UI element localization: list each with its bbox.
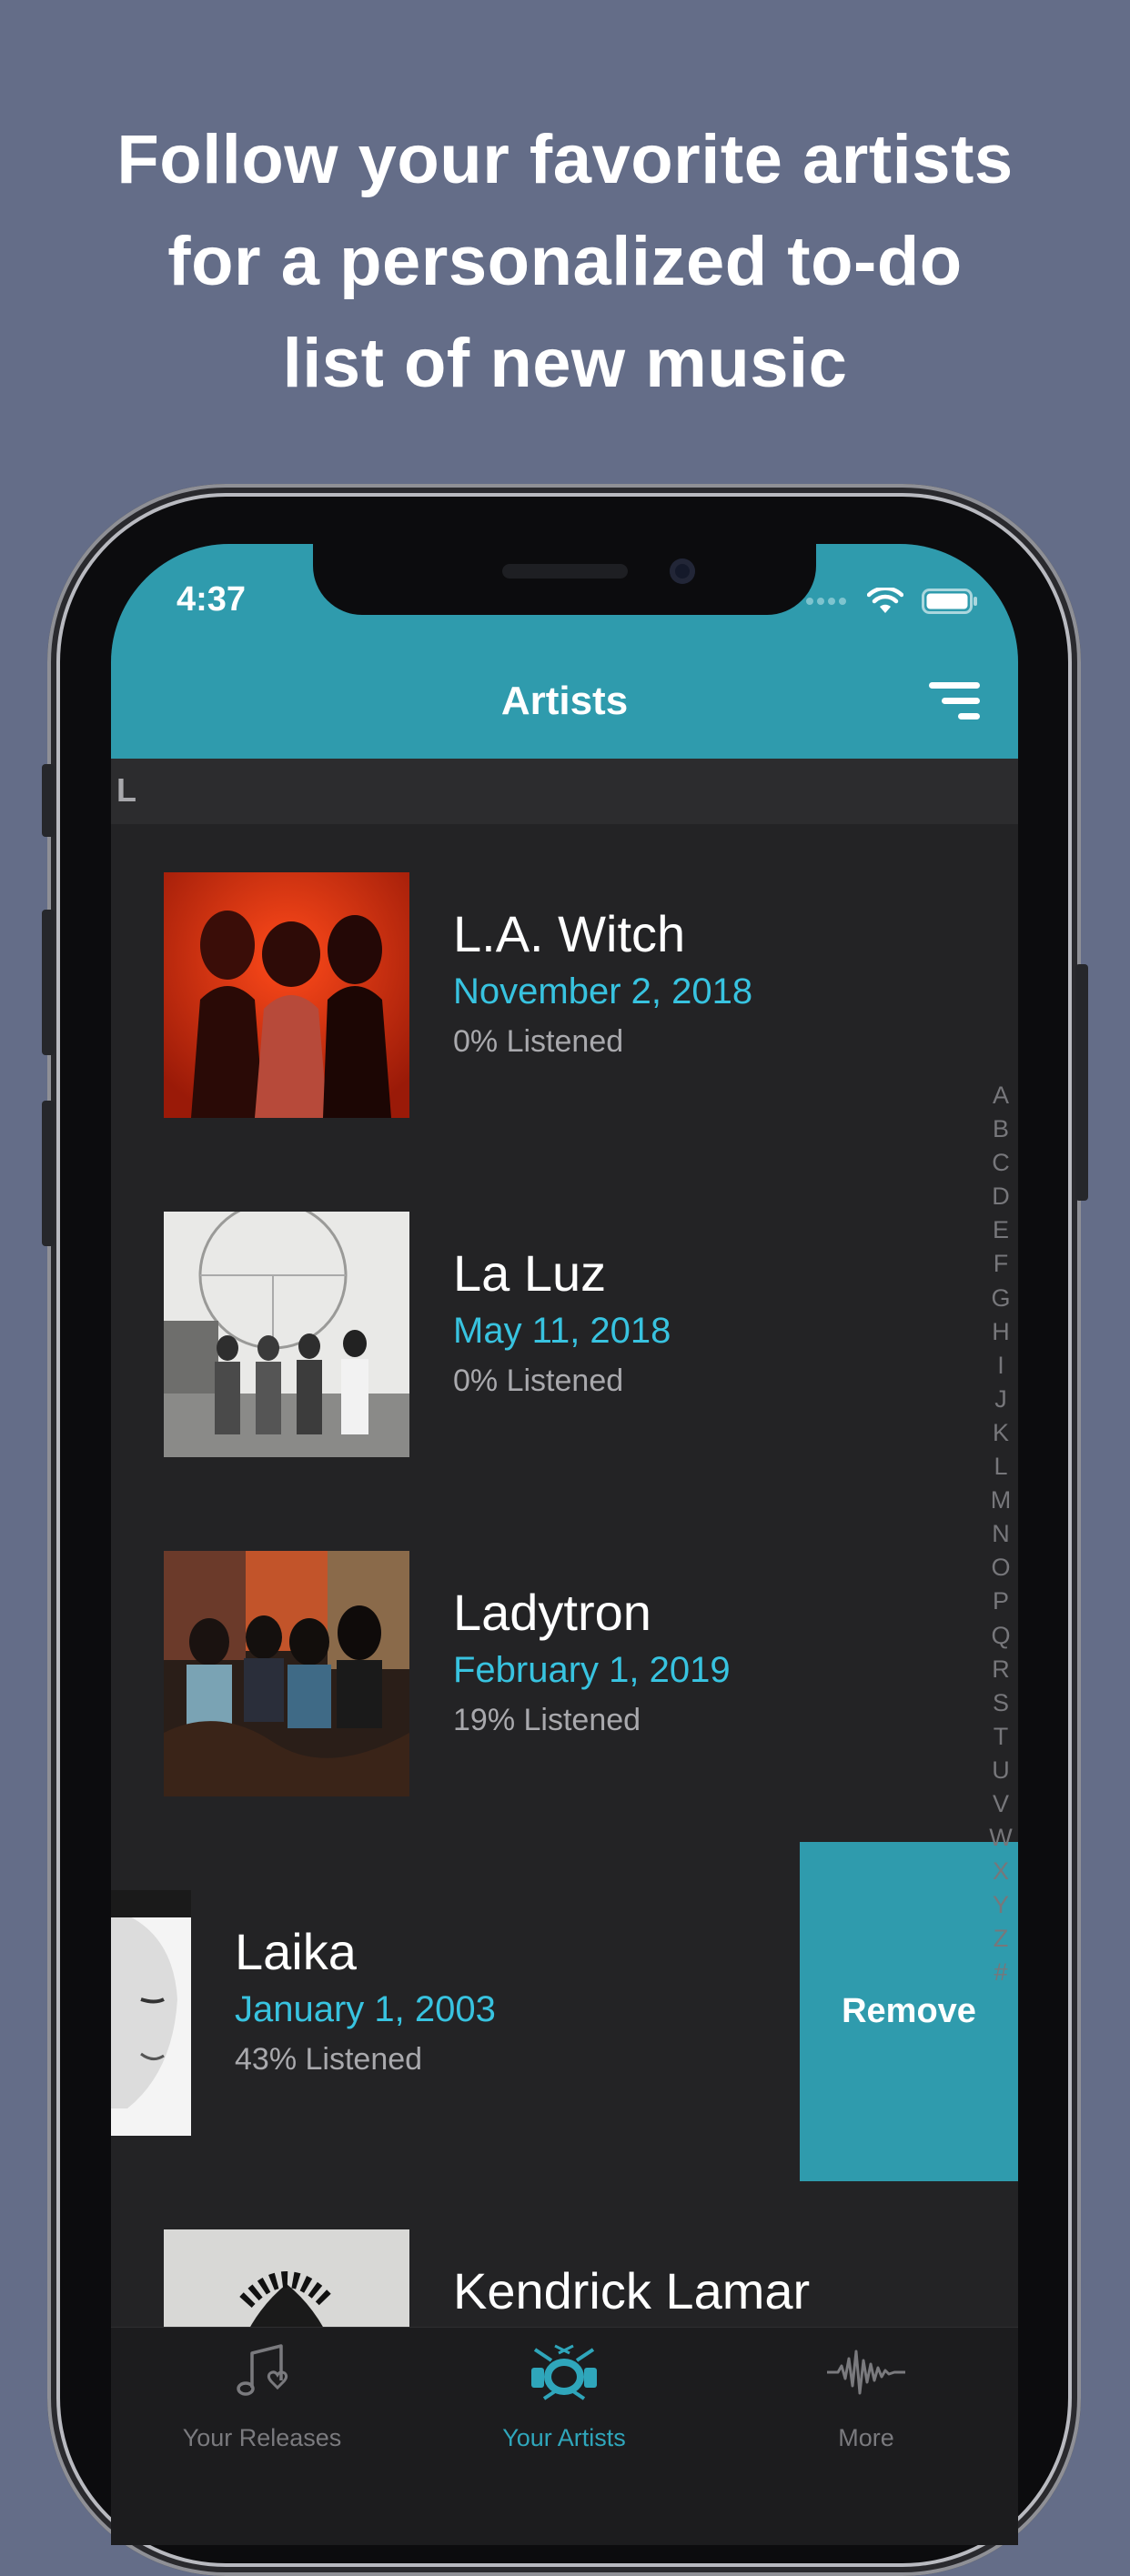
index-letter[interactable]: M [991,1484,1012,1517]
drum-kit-icon [531,2344,597,2400]
artist-photo [164,872,409,1118]
index-letter[interactable]: Z [994,1922,1009,1956]
index-letter[interactable]: H [992,1315,1010,1349]
navigation-bar: 4:37 Artists [111,544,1018,759]
index-letter[interactable]: X [993,1855,1009,1888]
artist-name: La Luz [453,1244,607,1302]
index-letter[interactable]: U [992,1754,1010,1787]
index-letter[interactable]: D [992,1180,1010,1213]
tab-label: Your Artists [502,2424,626,2451]
artist-row[interactable]: L.A. Witch November 2, 2018 0% Listened [111,824,1018,1164]
tab-label: More [838,2424,894,2451]
index-letter[interactable]: I [997,1349,1004,1383]
status-icons [805,580,978,622]
index-letter[interactable]: Y [993,1888,1009,1922]
battery-icon [922,589,977,614]
index-letter[interactable]: K [993,1416,1009,1450]
speaker-grille [502,564,628,579]
index-letter[interactable]: B [993,1112,1009,1146]
headline-line-1: Follow your favorite artists [116,121,1014,198]
listened-percent: 0% Listened [453,1363,624,1398]
artist-name: Kendrick Lamar [453,2262,811,2319]
tab-bar: Your Releases Your Artists More [111,2327,1018,2545]
listened-percent: 0% Listened [453,1024,624,1059]
artist-row-swiped[interactable]: Laika January 1, 2003 43% Listened Remov… [111,1842,1018,2182]
front-camera [670,558,695,584]
phone-volume-down-button [42,1101,55,1246]
index-letter[interactable]: W [989,1821,1012,1855]
artist-photo [164,1212,409,1457]
status-time: 4:37 [177,580,247,619]
index-letter[interactable]: E [993,1213,1009,1247]
headline-line-3: list of new music [282,325,848,402]
tab-label: Your Releases [182,2424,342,2451]
filter-icon [929,682,980,719]
wifi-icon [867,588,903,613]
promo-headline: Follow your favorite artists for a perso… [0,109,1130,415]
artist-photo [111,1890,191,2136]
phone-screen: 4:37 Artists L L.A. Witch November 2, 20… [111,544,1018,2545]
release-date: May 11, 2018 [453,1311,671,1351]
index-letter[interactable]: L [994,1450,1007,1484]
index-letter[interactable]: C [992,1146,1010,1180]
artist-photo [164,1551,409,1796]
remove-button[interactable]: Remove [800,1842,1018,2181]
index-letter[interactable]: A [993,1079,1009,1112]
section-letter: L [116,771,136,809]
release-date: November 2, 2018 [453,971,753,1011]
tab-more[interactable]: More [715,2328,1017,2545]
artist-row[interactable]: Ladytron February 1, 2019 19% Listened [111,1503,1018,1843]
tab-your-artists[interactable]: Your Artists [413,2328,715,2545]
index-letter[interactable]: Q [991,1619,1010,1653]
index-letter[interactable]: V [993,1787,1009,1821]
index-letter[interactable]: F [994,1247,1009,1281]
artist-name: L.A. Witch [453,905,686,962]
music-note-icon [237,2344,288,2396]
page-title: Artists [500,679,629,723]
index-letter[interactable]: T [994,1720,1009,1754]
tab-your-releases[interactable]: Your Releases [111,2328,413,2545]
index-letter[interactable]: # [994,1956,1007,1989]
listened-percent: 19% Listened [453,1703,641,1737]
release-date: January 1, 2003 [235,1989,496,2029]
index-letter[interactable]: J [994,1383,1007,1416]
release-date: February 1, 2019 [453,1650,731,1690]
phone-side-button [1075,964,1088,1201]
phone-mute-switch [42,764,55,837]
index-letter[interactable]: N [992,1517,1010,1551]
phone-volume-up-button [42,910,55,1055]
artist-row[interactable]: La Luz May 11, 2018 0% Listened [111,1163,1018,1504]
artist-name: Laika [235,1923,357,1980]
waveform-icon [827,2350,905,2395]
listened-percent: 43% Listened [235,2042,423,2077]
index-letter[interactable]: O [991,1551,1010,1585]
alphabet-index[interactable]: A B C D E F G H I J K L M N O P Q R S T U V W X Y Z # [986,1079,1015,1990]
headline-line-2: for a personalized to-do [167,223,963,300]
signal-dots-icon [806,598,846,605]
index-letter[interactable]: S [993,1686,1009,1720]
artist-name: Ladytron [453,1584,651,1641]
device-notch [313,544,816,615]
filter-button[interactable] [927,679,982,724]
index-letter[interactable]: P [993,1585,1009,1618]
index-letter[interactable]: G [991,1282,1010,1315]
section-header: L [111,759,1018,824]
index-letter[interactable]: R [992,1653,1010,1686]
